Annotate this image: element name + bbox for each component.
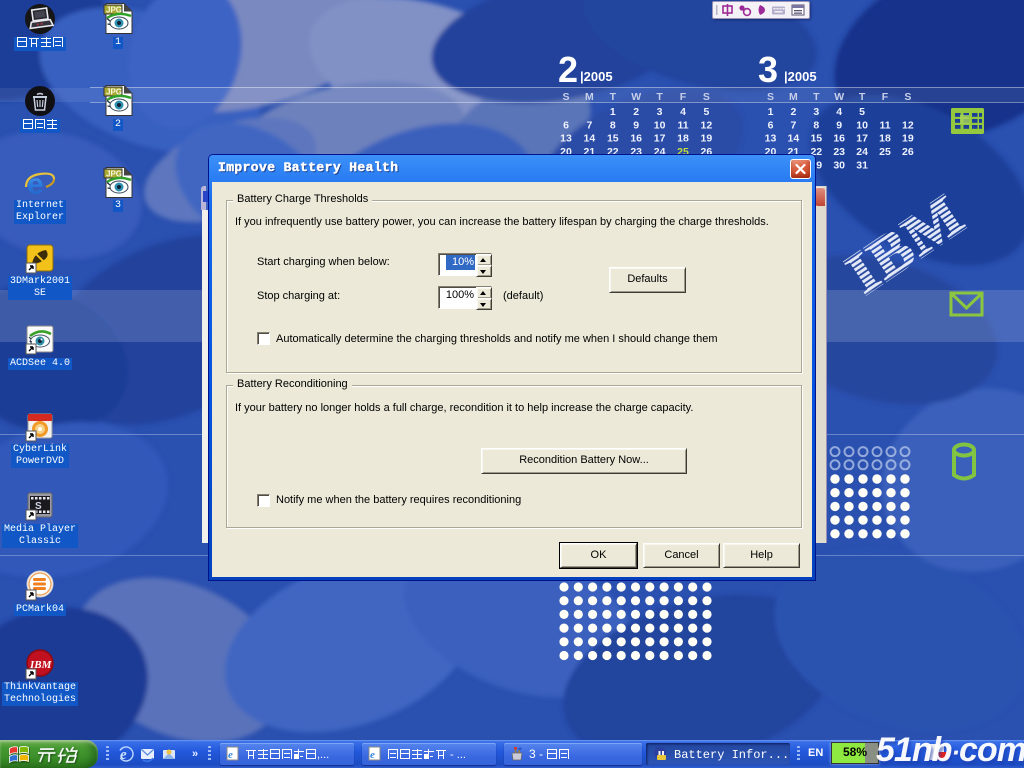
svg-text:12: 12 (701, 119, 713, 131)
svg-text:11: 11 (677, 119, 688, 131)
svg-text:S: S (904, 91, 911, 103)
svg-text:17: 17 (654, 133, 666, 145)
svg-text:T: T (656, 91, 663, 103)
svg-text:6: 6 (768, 119, 774, 131)
svg-text:8: 8 (813, 119, 819, 131)
svg-text:4: 4 (680, 106, 686, 118)
svg-text:T: T (859, 91, 866, 103)
svg-text:1: 1 (768, 106, 774, 118)
svg-text:1: 1 (610, 106, 616, 118)
svg-text:M: M (585, 91, 594, 103)
svg-text:14: 14 (788, 133, 800, 145)
svg-text:16: 16 (630, 133, 642, 145)
svg-text:10: 10 (654, 119, 666, 131)
svg-text:e: e (370, 749, 375, 761)
svg-text:|2005: |2005 (784, 69, 817, 84)
svg-text:8: 8 (610, 119, 616, 131)
svg-text:|2005: |2005 (580, 69, 613, 84)
svg-text:T: T (813, 91, 820, 103)
svg-text:31: 31 (856, 159, 868, 171)
svg-text:6: 6 (563, 119, 569, 131)
svg-text:3: 3 (657, 106, 663, 118)
svg-text:23: 23 (833, 146, 845, 158)
svg-text:14: 14 (584, 133, 596, 145)
svg-text:2: 2 (790, 106, 796, 118)
svg-text:S: S (562, 91, 569, 103)
svg-text:11: 11 (879, 119, 890, 131)
svg-text:15: 15 (810, 133, 822, 145)
svg-text:S: S (703, 91, 710, 103)
svg-text:24: 24 (856, 146, 868, 158)
svg-text:S: S (767, 91, 774, 103)
svg-text:18: 18 (677, 133, 689, 145)
svg-text:F: F (882, 91, 889, 103)
svg-text:9: 9 (836, 119, 842, 131)
svg-text:30: 30 (833, 159, 845, 171)
svg-text:5: 5 (859, 106, 865, 118)
svg-text:»: » (192, 748, 198, 760)
svg-text:2: 2 (633, 106, 639, 118)
svg-text:2: 2 (558, 49, 578, 90)
svg-text:10: 10 (856, 119, 868, 131)
svg-text:19: 19 (902, 133, 914, 145)
svg-text:7: 7 (790, 119, 796, 131)
svg-text:7: 7 (586, 119, 592, 131)
svg-text:19: 19 (701, 133, 713, 145)
svg-text:26: 26 (902, 146, 914, 158)
svg-text:18: 18 (879, 133, 891, 145)
svg-text:W: W (834, 91, 844, 103)
svg-text:F: F (680, 91, 687, 103)
svg-text:13: 13 (560, 133, 572, 145)
svg-text:e: e (27, 168, 44, 199)
svg-text:3: 3 (758, 49, 778, 90)
svg-text:17: 17 (856, 133, 868, 145)
svg-text:16: 16 (833, 133, 845, 145)
svg-text:M: M (789, 91, 798, 103)
svg-text:12: 12 (902, 119, 914, 131)
svg-text:4: 4 (836, 106, 842, 118)
svg-text:3: 3 (813, 106, 819, 118)
svg-text:5: 5 (703, 106, 709, 118)
svg-text:25: 25 (879, 146, 891, 158)
svg-text:13: 13 (765, 133, 777, 145)
svg-text:15: 15 (607, 133, 619, 145)
svg-text:T: T (610, 91, 617, 103)
svg-text:W: W (631, 91, 641, 103)
svg-text:e: e (228, 749, 233, 761)
svg-text:9: 9 (633, 119, 639, 131)
